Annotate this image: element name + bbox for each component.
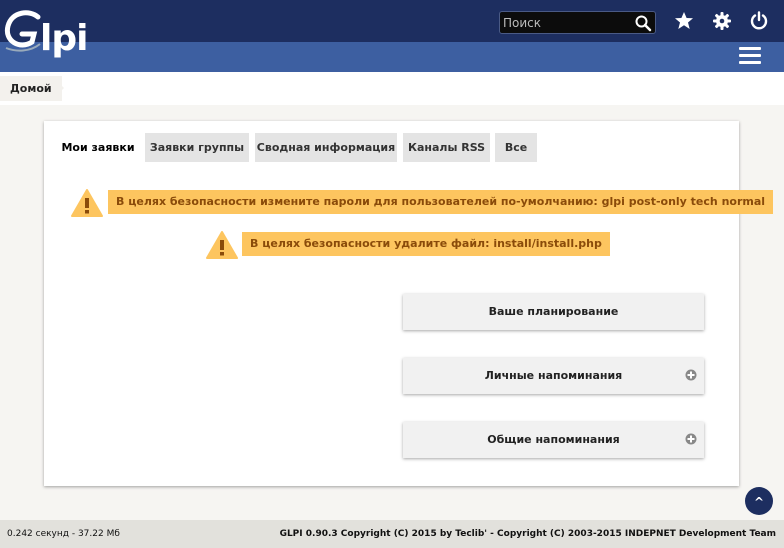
power-icon[interactable] (749, 11, 769, 31)
tab-group-tickets[interactable]: Заявки группы (145, 133, 249, 162)
tab-summary[interactable]: Сводная информация (255, 133, 397, 162)
breadcrumb-arrow (52, 76, 64, 100)
footer-stats: 0.242 секунд - 37.22 Мб (7, 529, 120, 539)
public-reminders-title: Общие напоминания (487, 433, 620, 446)
top-header (0, 0, 784, 42)
logo-g-icon (4, 10, 41, 52)
tab-all[interactable]: Все (495, 133, 537, 162)
warning-icon (206, 231, 238, 259)
personal-reminders-title: Личные напоминания (484, 369, 623, 382)
search-box (499, 11, 656, 34)
footer-copyright[interactable]: GLPI 0.90.3 Copyright (C) 2015 by Teclib… (280, 520, 776, 548)
menu-icon[interactable] (739, 47, 763, 67)
tab-my-tickets[interactable]: Мои заявки (56, 133, 140, 162)
warning-icon (71, 189, 103, 217)
logo-text: lpi (40, 18, 88, 59)
main-panel: Мои заявки Заявки группы Сводная информа… (44, 121, 774, 486)
plus-icon[interactable] (685, 433, 697, 445)
plus-icon[interactable] (685, 369, 697, 381)
planning-box[interactable]: Ваше планирование (403, 294, 704, 330)
breadcrumb: Домой (0, 72, 784, 105)
warning-text: В целях безопасности удалите файл: insta… (242, 232, 610, 256)
gear-icon[interactable] (712, 11, 732, 31)
search-input[interactable] (500, 12, 630, 33)
glpi-logo[interactable]: lpi (4, 8, 96, 66)
star-icon[interactable] (674, 11, 694, 31)
planning-title: Ваше планирование (488, 305, 619, 318)
search-icon[interactable] (634, 14, 652, 32)
public-reminders-box[interactable]: Общие напоминания (403, 422, 704, 458)
warning-text: В целях безопасности измените пароли для… (108, 190, 774, 214)
personal-reminders-box[interactable]: Личные напоминания (403, 358, 704, 394)
tab-rss-feeds[interactable]: Каналы RSS (403, 133, 490, 162)
nav-bar (0, 42, 784, 72)
footer: 0.242 секунд - 37.22 Мб GLPI 0.90.3 Copy… (0, 520, 784, 548)
scroll-to-top-button[interactable]: ^ (745, 487, 773, 515)
